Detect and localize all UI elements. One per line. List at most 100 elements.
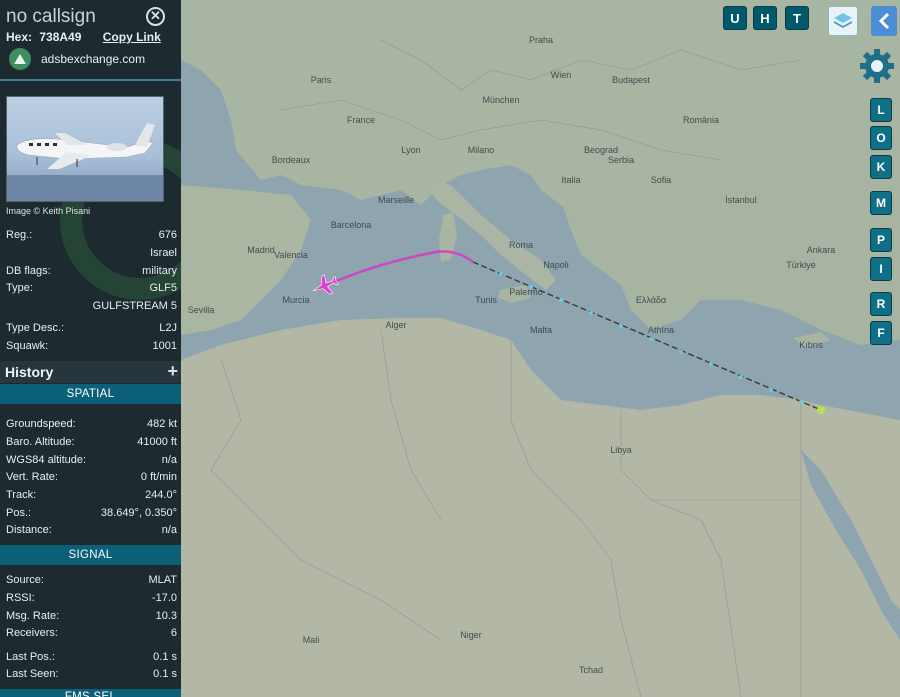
expand-history-icon[interactable]: + (167, 361, 178, 382)
detail-value: 676 (158, 229, 177, 241)
aircraft-photo[interactable] (6, 96, 164, 202)
detail-value: Israel (150, 247, 177, 259)
spatial-label: Groundspeed: (6, 418, 76, 430)
signal-label: Last Pos.: (6, 651, 55, 663)
map-toggle-l-button[interactable]: L (871, 99, 891, 121)
aircraft-photo-image (7, 123, 163, 201)
signal-value: 0.1 s (153, 651, 177, 663)
detail-value: military (142, 265, 177, 277)
hex-value: 738A49 (39, 30, 82, 44)
collapse-sidebar-button[interactable] (871, 6, 897, 36)
track-old-segment (472, 261, 822, 411)
history-title: History (5, 364, 54, 380)
chevron-left-icon (878, 12, 890, 30)
signal-row: Source: MLAT (6, 574, 177, 586)
spatial-row: Distance: n/a (6, 524, 177, 536)
spatial-value: 38.649°, 0.350° (100, 507, 177, 519)
spatial-label: Vert. Rate: (6, 471, 58, 483)
detail-row: Squawk: 1001 (6, 340, 177, 352)
spatial-row: Groundspeed: 482 kt (6, 418, 177, 430)
detail-value: GLF5 (149, 282, 177, 294)
map-toggle-f-button[interactable]: F (871, 322, 891, 344)
spatial-value: 41000 ft (137, 436, 177, 448)
adsbexchange-link[interactable]: adsbexchange.com (9, 48, 145, 70)
spatial-label: WGS84 altitude: (6, 454, 87, 466)
signal-row: RSSI: -17.0 (6, 592, 177, 604)
history-header[interactable]: History + (0, 361, 181, 383)
settings-button[interactable] (857, 46, 897, 86)
spatial-row: Baro. Altitude: 41000 ft (6, 436, 177, 448)
hex-label: Hex: (6, 30, 33, 44)
signal-label: Last Seen: (6, 668, 59, 680)
signal-value: 0.1 s (153, 668, 177, 680)
aircraft-info-panel: no callsign ✕ Hex: 738A49 Copy Link adsb… (0, 0, 181, 697)
signal-row: Last Pos.: 0.1 s (6, 651, 177, 663)
map-toggle-i-button[interactable]: I (871, 258, 891, 280)
signal-row: Msg. Rate: 10.3 (6, 610, 177, 622)
detail-row: DB flags: military (6, 265, 177, 277)
map-toggle-u-button[interactable]: U (724, 7, 746, 29)
detail-value: 1001 (152, 340, 177, 352)
spatial-row: Track: 244.0° (6, 489, 177, 501)
close-button[interactable]: ✕ (146, 7, 165, 26)
signal-label: Msg. Rate: (6, 610, 60, 622)
detail-label: Type Desc.: (6, 322, 65, 334)
track-recent-segment (328, 250, 474, 286)
track-origin (817, 406, 825, 414)
spatial-section-header[interactable]: SPATIAL (0, 384, 181, 404)
spatial-value: n/a (161, 454, 177, 466)
spatial-row: Vert. Rate: 0 ft/min (6, 471, 177, 483)
copy-link[interactable]: Copy Link (103, 30, 161, 44)
map-toggle-o-button[interactable]: O (871, 127, 891, 149)
signal-row: Last Seen: 0.1 s (6, 668, 177, 680)
map-toggle-r-button[interactable]: R (871, 293, 891, 315)
detail-label: Type: (6, 282, 33, 294)
layers-icon (833, 13, 853, 28)
detail-label: DB flags: (6, 265, 51, 277)
spatial-label: Baro. Altitude: (6, 436, 75, 448)
layers-button[interactable] (828, 6, 858, 36)
spatial-row: WGS84 altitude: n/a (6, 454, 177, 466)
spatial-value: 482 kt (147, 418, 177, 430)
map-toggle-m-button[interactable]: M (871, 192, 891, 214)
map-toggle-t-button[interactable]: T (786, 7, 808, 29)
aircraft-marker[interactable] (309, 271, 341, 300)
adsbexchange-logo-icon (9, 48, 31, 70)
spatial-label: Distance: (6, 524, 52, 536)
signal-label: Receivers: (6, 627, 58, 639)
signal-value: 10.3 (155, 610, 177, 622)
fms-section-header[interactable]: FMS SEL (0, 689, 181, 697)
signal-label: Source: (6, 574, 44, 586)
spatial-value: 0 ft/min (140, 471, 177, 483)
gear-icon (860, 49, 894, 83)
map-toggle-h-button[interactable]: H (754, 7, 776, 29)
flight-track (309, 250, 825, 414)
spatial-label: Pos.: (6, 507, 32, 519)
hex-row: Hex: 738A49 Copy Link (6, 30, 161, 44)
detail-value: L2J (159, 322, 177, 334)
detail-row: Type Desc.: L2J (6, 322, 177, 334)
spatial-value: 244.0° (145, 489, 177, 501)
site-name: adsbexchange.com (41, 52, 146, 66)
detail-row: Type: GLF5 (6, 282, 177, 294)
signal-row: Receivers: 6 (6, 627, 177, 639)
map-toggle-k-button[interactable]: K (871, 156, 891, 178)
detail-value: GULFSTREAM 5 (92, 300, 177, 312)
signal-section-header[interactable]: SIGNAL (0, 545, 181, 565)
detail-row: Israel (6, 247, 177, 259)
divider (0, 79, 181, 81)
spatial-value: n/a (161, 524, 177, 536)
signal-value: 6 (170, 627, 177, 639)
detail-row: GULFSTREAM 5 (6, 300, 177, 312)
photo-credit: Image © Keith Pisani (6, 206, 91, 216)
detail-label: Squawk: (6, 340, 49, 352)
close-icon: ✕ (150, 8, 161, 23)
spatial-row: Pos.: 38.649°, 0.350° (6, 507, 177, 519)
map-toggle-p-button[interactable]: P (871, 229, 891, 251)
map-view[interactable]: Madrid Valencia Sevilla Murcia Barcelona Mars… (181, 0, 900, 697)
callsign: no callsign (6, 6, 96, 27)
detail-row: Reg.: 676 (6, 229, 177, 241)
signal-value: -17.0 (151, 592, 177, 604)
spatial-label: Track: (6, 489, 37, 501)
signal-value: MLAT (148, 574, 177, 586)
